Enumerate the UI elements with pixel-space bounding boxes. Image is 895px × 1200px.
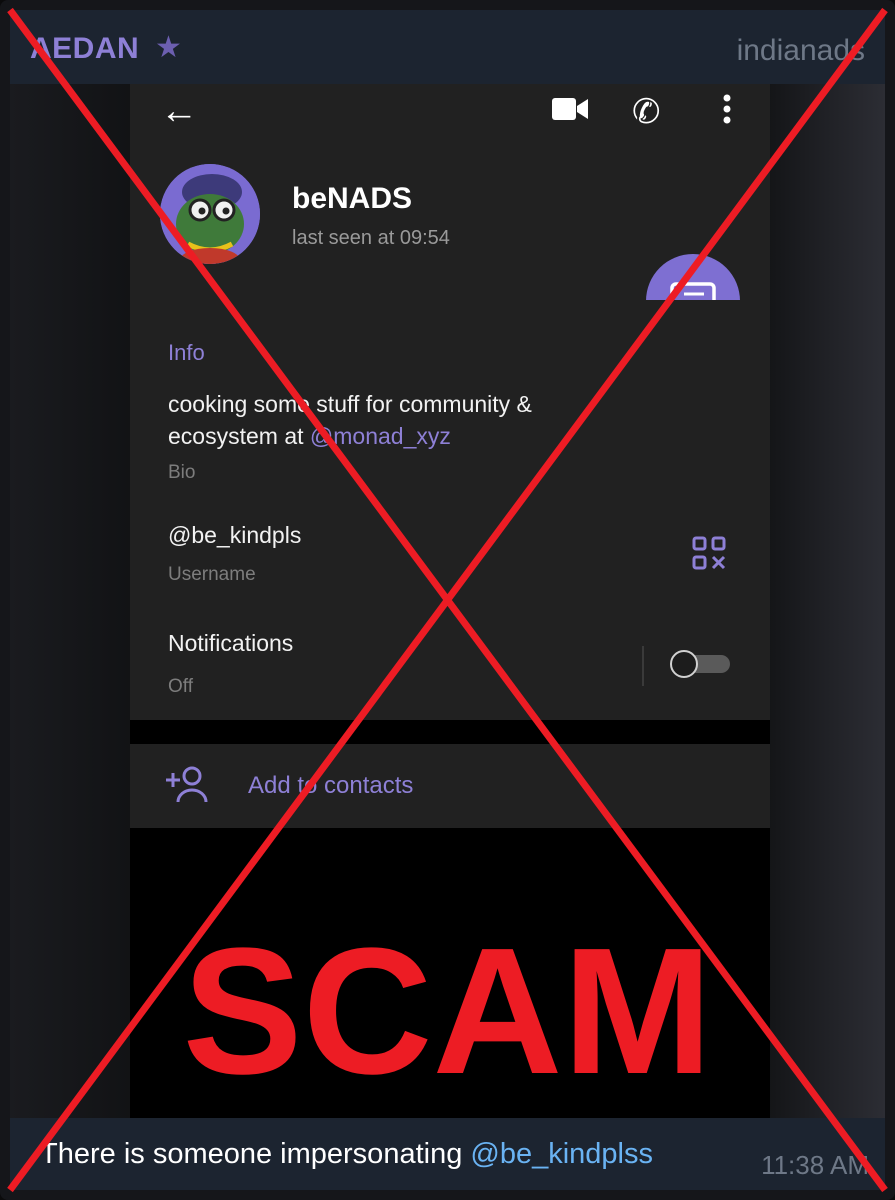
last-seen-status: last seen at 09:54 xyxy=(292,227,450,249)
notifications-toggle[interactable] xyxy=(670,650,730,678)
add-person-icon xyxy=(166,766,208,803)
qr-code-icon[interactable] xyxy=(692,536,726,570)
info-heading: Info xyxy=(168,340,205,365)
arrow-left-icon: ← xyxy=(160,90,198,132)
more-vertical-icon xyxy=(723,94,731,124)
scam-warning-label: SCAM xyxy=(182,911,713,1112)
channel-name: indianads xyxy=(736,34,865,67)
username-label: Username xyxy=(168,564,256,585)
bio-label: Bio xyxy=(168,462,196,483)
profile-name: beNADS xyxy=(292,182,413,215)
notifications-title: Notifications xyxy=(168,630,294,656)
toggle-knob xyxy=(670,650,698,678)
message-text: There is someone impersonating @be_kindp… xyxy=(40,1138,653,1171)
bio-mention-link[interactable]: @monad_xyz xyxy=(310,423,451,449)
add-contact-label: Add to contacts xyxy=(248,772,414,799)
notifications-state: Off xyxy=(168,676,193,697)
mention-link[interactable]: @be_kindplss xyxy=(470,1138,653,1170)
sender-name[interactable]: AEDAN xyxy=(30,32,139,66)
avatar xyxy=(160,164,260,264)
message-card: AEDAN ★ indianads ← ✆ beNADS last seen a… xyxy=(0,0,895,1200)
divider xyxy=(642,646,644,686)
bio-text: cooking some stuff for community & ecosy… xyxy=(168,388,638,452)
info-panel: Info cooking some stuff for community & … xyxy=(130,300,770,720)
add-contact-row[interactable]: Add to contacts xyxy=(130,744,770,828)
video-camera-icon xyxy=(552,98,588,120)
phone-call-icon: ✆ xyxy=(632,93,661,131)
message-timestamp: 11:38 AM xyxy=(761,1150,869,1180)
star-icon: ★ xyxy=(155,31,182,64)
message-body: There is someone impersonating xyxy=(40,1138,471,1170)
username-value[interactable]: @be_kindpls xyxy=(168,522,301,549)
